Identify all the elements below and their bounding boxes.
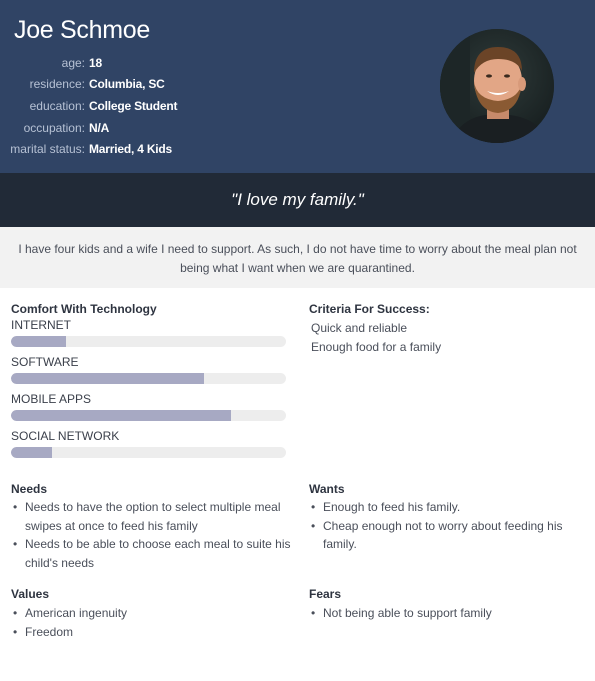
tech-bar-track [11, 336, 286, 347]
list-item: Enough food for a family [311, 340, 442, 354]
quote-band: "I love my family." [0, 173, 595, 227]
fears-title: Fears [309, 587, 342, 601]
values-title: Values [11, 587, 50, 601]
wants-list: Enough to feed his family. Cheap enough … [309, 498, 584, 554]
fact-value: N/A [89, 120, 110, 135]
persona-bio: I have four kids and a wife I need to su… [0, 227, 595, 288]
tech-label: INTERNET [11, 318, 71, 332]
fact-value: Married, 4 Kids [89, 142, 173, 157]
fact-label: marital status: [10, 142, 85, 157]
fact-occupation: occupation: N/A [0, 117, 300, 139]
list-item: Not being able to support family [309, 604, 584, 623]
fact-label: occupation: [23, 120, 85, 135]
tech-item-internet: INTERNET [11, 317, 291, 354]
tech-label: MOBILE APPS [11, 392, 92, 406]
fact-age: age: 18 [0, 52, 300, 74]
tech-bar-track [11, 373, 286, 384]
wants-section: Wants Enough to feed his family. Cheap e… [309, 481, 584, 554]
needs-title: Needs [11, 482, 48, 496]
persona-name: Joe Schmoe [14, 16, 150, 44]
wants-title: Wants [309, 482, 345, 496]
success-list: Quick and reliable Enough food for a fam… [309, 319, 584, 357]
values-section: Values American ingenuity Freedom [11, 586, 291, 641]
list-item: Needs to have the option to select multi… [11, 498, 296, 535]
values-list: American ingenuity Freedom [11, 604, 291, 641]
tech-bar-fill [11, 373, 204, 384]
tech-item-social-network: SOCIAL NETWORK [11, 428, 291, 465]
person-photo-icon [440, 29, 554, 143]
list-item: Quick and reliable [311, 321, 408, 335]
list-item: Freedom [11, 623, 291, 642]
tech-item-software: SOFTWARE [11, 354, 291, 391]
tech-item-mobile-apps: MOBILE APPS [11, 391, 291, 428]
tech-bar-fill [11, 336, 66, 347]
avatar [440, 29, 554, 143]
list-item: American ingenuity [11, 604, 291, 623]
fact-value: Columbia, SC [89, 77, 165, 92]
list-item: Cheap enough not to worry about feeding … [309, 517, 584, 554]
fact-residence: residence: Columbia, SC [0, 74, 300, 96]
fears-section: Fears Not being able to support family [309, 586, 584, 623]
technology-title: Comfort With Technology [11, 302, 157, 316]
fact-label: residence: [29, 77, 85, 92]
fact-marital-status: marital status: Married, 4 Kids [0, 138, 300, 160]
persona-quote: "I love my family." [231, 190, 364, 209]
tech-label: SOFTWARE [11, 355, 79, 369]
fact-label: education: [29, 98, 85, 113]
needs-section: Needs Needs to have the option to select… [11, 481, 291, 572]
persona-header: Joe Schmoe age: 18 residence: Columbia, … [0, 0, 595, 173]
fears-list: Not being able to support family [309, 604, 584, 623]
fact-value: College Student [89, 98, 178, 113]
fact-education: education: College Student [0, 95, 300, 117]
needs-list: Needs to have the option to select multi… [11, 498, 296, 572]
success-title: Criteria For Success: [309, 302, 430, 316]
list-item: Enough to feed his family. [309, 498, 584, 517]
technology-section: Comfort With Technology INTERNET SOFTWAR… [11, 301, 291, 465]
success-section: Criteria For Success: Quick and reliable… [309, 301, 584, 357]
fact-label: age: [61, 55, 85, 70]
tech-bar-track [11, 410, 286, 421]
list-item: Needs to be able to choose each meal to … [11, 535, 296, 572]
tech-bar-fill [11, 410, 231, 421]
tech-label: SOCIAL NETWORK [11, 429, 120, 443]
persona-facts: age: 18 residence: Columbia, SC educatio… [0, 52, 300, 160]
tech-bar-fill [11, 447, 53, 458]
fact-value: 18 [89, 55, 102, 70]
tech-bar-track [11, 447, 286, 458]
